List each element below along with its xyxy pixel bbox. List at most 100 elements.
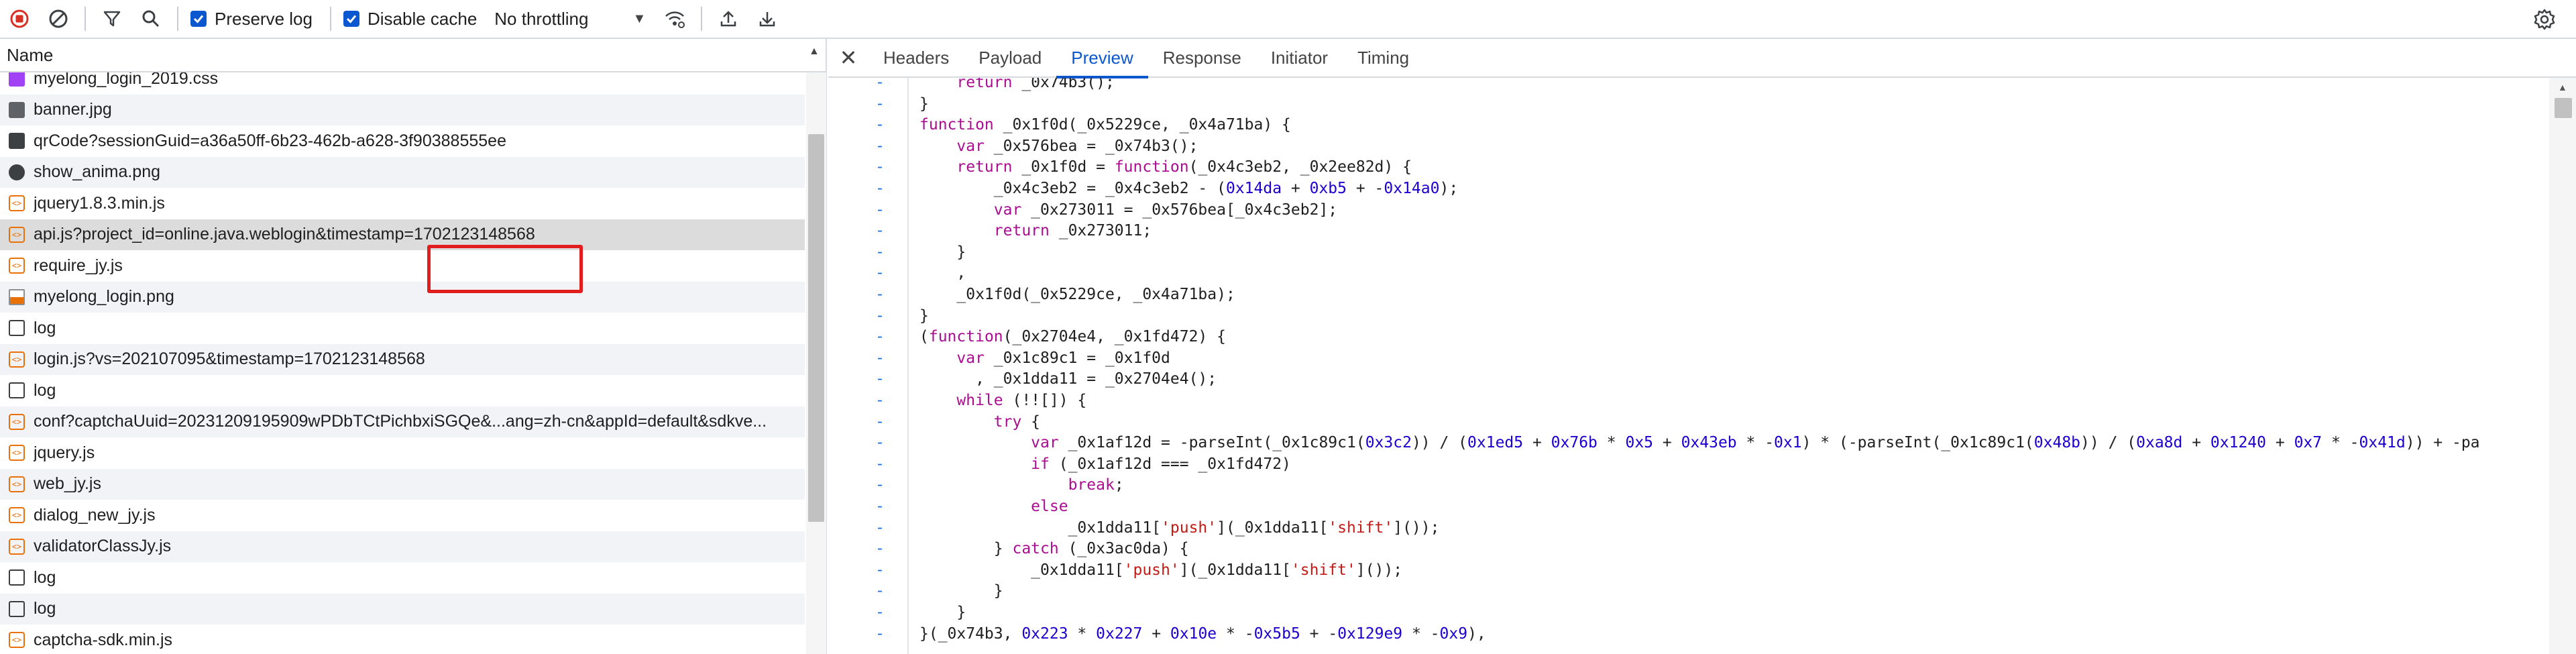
request-row[interactable]: log	[0, 593, 805, 624]
code-token: }	[919, 243, 966, 261]
preview-scrollbar[interactable]: ▲	[2549, 78, 2576, 654]
request-row[interactable]: myelong_login_2019.css	[0, 72, 805, 95]
request-row[interactable]: show_anima.png	[0, 156, 805, 188]
code-token: ) * (-parseInt(_0x1c89c1(	[1801, 434, 2034, 452]
tab-payload[interactable]: Payload	[964, 38, 1056, 77]
code-line: - }(_0x74b3, 0x223 * 0x227 + 0x10e * -0x5…	[828, 624, 2549, 645]
collapse-marker[interactable]: -	[875, 178, 885, 200]
code-line: - var _0x273011 = _0x576bea[_0x4c3eb2];	[828, 200, 2549, 221]
collapse-marker[interactable]: -	[875, 263, 885, 284]
request-row[interactable]: <> jquery1.8.3.min.js	[0, 188, 805, 219]
filter-icon[interactable]	[93, 0, 131, 38]
request-list-panel: Name ▲ myelong_login_2019.css banner.jpg q…	[0, 39, 827, 654]
preserve-log-checkbox[interactable]: Preserve log	[190, 9, 313, 30]
request-row[interactable]: <> login.js?vs=202107095&timestamp=170212…	[0, 343, 805, 375]
collapse-marker[interactable]: -	[875, 496, 885, 518]
request-name: qrCode?sessionGuid=a36a50ff-6b23-462b-a6…	[34, 131, 506, 150]
request-row[interactable]: <> captcha-sdk.min.js	[0, 624, 805, 654]
gear-icon[interactable]	[2525, 0, 2564, 39]
scrollbar-thumb[interactable]	[808, 134, 824, 522]
request-row[interactable]: log	[0, 562, 805, 594]
code-text: if (_0x1af12d === _0x1fd472)	[919, 454, 1291, 476]
code-token: 0x3c2	[1365, 434, 1412, 452]
collapse-marker[interactable]: -	[875, 390, 885, 412]
search-icon[interactable]	[131, 0, 170, 38]
collapse-marker[interactable]: -	[875, 327, 885, 348]
collapse-marker[interactable]: -	[875, 602, 885, 624]
code-text: , _0x1dda11 = _0x2704e4();	[919, 369, 1217, 390]
collapse-marker[interactable]: -	[875, 581, 885, 602]
script-file-icon: <>	[9, 538, 25, 555]
code-line: - return _0x1f0d = function(_0x4c3eb2, _…	[828, 157, 2549, 178]
code-text: break;	[919, 475, 1124, 496]
tab-timing[interactable]: Timing	[1343, 38, 1424, 77]
request-row[interactable]: log	[0, 313, 805, 344]
request-row[interactable]: <> jquery.js	[0, 437, 805, 469]
code-token: function	[928, 328, 1003, 346]
request-row[interactable]: <> web_jy.js	[0, 468, 805, 500]
collapse-marker[interactable]: -	[875, 94, 885, 115]
code-token: var	[956, 349, 985, 367]
collapse-marker[interactable]: -	[875, 136, 885, 158]
collapse-marker[interactable]: -	[875, 200, 885, 221]
request-row[interactable]: qrCode?sessionGuid=a36a50ff-6b23-462b-a6…	[0, 125, 805, 157]
sort-arrow-icon[interactable]: ▲	[809, 46, 820, 58]
network-conditions-icon[interactable]	[655, 0, 694, 38]
tab-headers[interactable]: Headers	[869, 38, 964, 77]
tab-response[interactable]: Response	[1148, 38, 1256, 77]
collapse-marker[interactable]: -	[875, 454, 885, 476]
record-stop-icon[interactable]	[0, 0, 39, 38]
download-icon[interactable]	[748, 0, 787, 38]
collapse-marker[interactable]: -	[875, 475, 885, 496]
code-text: }	[919, 581, 1003, 602]
code-token: try	[993, 413, 1022, 431]
upload-icon[interactable]	[709, 0, 748, 38]
request-list-scrollbar[interactable]	[806, 72, 826, 654]
disable-cache-checkbox[interactable]: Disable cache	[343, 9, 477, 30]
request-row[interactable]: <> api.js?project_id=online.java.weblogin…	[0, 219, 805, 250]
scrollbar-thumb[interactable]	[2555, 98, 2572, 118]
request-row[interactable]: <> validatorClassJy.js	[0, 531, 805, 562]
collapse-marker[interactable]: -	[875, 115, 885, 136]
document-file-icon	[9, 569, 25, 586]
throttling-select[interactable]: No throttling ▼	[494, 9, 646, 30]
collapse-marker[interactable]: -	[875, 369, 885, 390]
collapse-marker[interactable]: -	[875, 306, 885, 327]
request-row[interactable]: <> dialog_new_jy.js	[0, 500, 805, 531]
code-text: }(_0x74b3, 0x223 * 0x227 + 0x10e * -0x5b…	[919, 624, 1486, 645]
request-row[interactable]: log	[0, 375, 805, 406]
collapse-marker[interactable]: -	[875, 412, 885, 433]
code-token: * -	[1217, 624, 1254, 643]
tab-preview[interactable]: Preview	[1056, 38, 1149, 78]
request-row[interactable]: <> conf?captchaUuid=20231209195909wPDbTCt…	[0, 406, 805, 437]
tab-initiator[interactable]: Initiator	[1256, 38, 1343, 77]
code-token: 0x227	[1096, 624, 1143, 643]
collapse-marker[interactable]: -	[875, 78, 885, 94]
collapse-marker[interactable]: -	[875, 624, 885, 645]
code-token: break	[1068, 476, 1115, 494]
collapse-marker[interactable]: -	[875, 539, 885, 560]
collapse-marker[interactable]: -	[875, 560, 885, 582]
name-column-header[interactable]: Name	[7, 45, 53, 66]
collapse-marker[interactable]: -	[875, 242, 885, 264]
collapse-marker[interactable]: -	[875, 433, 885, 454]
request-name: jquery.js	[34, 443, 95, 462]
checkbox-checked-icon[interactable]	[190, 11, 207, 27]
request-name: log	[34, 380, 56, 400]
collapse-marker[interactable]: -	[875, 348, 885, 370]
code-token: 0x14da	[1225, 180, 1282, 197]
collapse-marker[interactable]: -	[875, 157, 885, 178]
collapse-marker[interactable]: -	[875, 518, 885, 539]
request-row[interactable]: myelong_login.png	[0, 281, 805, 313]
collapse-marker[interactable]: -	[875, 221, 885, 242]
request-row[interactable]: <> require_jy.js	[0, 250, 805, 282]
code-token: * -	[1736, 434, 1775, 452]
scroll-up-arrow-icon[interactable]: ▲	[2558, 82, 2567, 93]
close-icon[interactable]: ✕	[828, 38, 869, 77]
code-token: 0x9	[1439, 624, 1468, 643]
collapse-marker[interactable]: -	[875, 284, 885, 306]
clear-icon[interactable]	[39, 0, 78, 38]
code-token: _0x1f0d =	[1012, 158, 1115, 176]
request-row[interactable]: banner.jpg	[0, 94, 805, 125]
checkbox-checked-icon[interactable]	[343, 11, 359, 27]
